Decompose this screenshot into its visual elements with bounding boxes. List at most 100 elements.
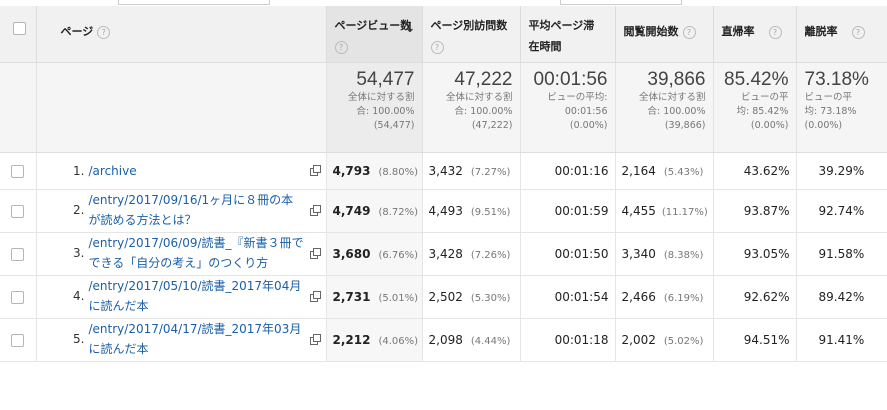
table-row: 4. /entry/2017/05/10/読書_2017年04月に読んだ本 2,… bbox=[0, 275, 887, 319]
help-icon[interactable]: ? bbox=[851, 25, 865, 39]
page-cell: 2. /entry/2017/09/16/1ヶ月に８冊の本が読める方法とは？ bbox=[36, 189, 327, 233]
total-value: 39,866 bbox=[647, 69, 706, 90]
avg-time-value: 00:01:50 bbox=[554, 247, 609, 261]
total-value: 54,477 bbox=[356, 69, 415, 90]
col-avg-time[interactable]: 平均ページ滞在時間 bbox=[520, 4, 616, 63]
row-checkbox[interactable] bbox=[11, 205, 25, 218]
help-icon[interactable]: ? bbox=[768, 25, 782, 39]
avg-time-value: 00:01:16 bbox=[554, 164, 609, 178]
total-note: (0.00%) bbox=[804, 120, 843, 131]
open-page-icon[interactable] bbox=[309, 248, 321, 259]
top-strip bbox=[0, 0, 887, 6]
col-page-label: ページ bbox=[60, 25, 94, 38]
entrances-cell: 2,466 (6.19%) bbox=[615, 275, 714, 319]
entrances-pct: (5.02%) bbox=[663, 336, 704, 347]
table-row: 1. /archive 4,793 (8.80%) 3,432 (7.27%) 00… bbox=[0, 152, 887, 190]
bounce-cell: 94.51% bbox=[713, 318, 797, 362]
col-unique-label: ページ別訪問数 bbox=[430, 19, 508, 32]
unique-value: 3,428 bbox=[428, 247, 463, 261]
unique-cell: 3,432 (7.27%) bbox=[422, 152, 521, 190]
col-pageviews[interactable]: ページビュー数 ↓? bbox=[326, 4, 423, 63]
col-avg-time-label: 平均ページ滞在時間 bbox=[528, 19, 595, 53]
avg-time-value: 00:01:59 bbox=[554, 204, 609, 218]
table-row: 5. /entry/2017/04/17/読書_2017年03月に読んだ本 2,… bbox=[0, 318, 887, 362]
exit-value: 89.42% bbox=[818, 290, 865, 304]
col-entrances[interactable]: 閲覧開始数? bbox=[615, 4, 714, 63]
col-bounce[interactable]: 直帰率? bbox=[713, 4, 797, 63]
top-control[interactable] bbox=[560, 0, 682, 5]
total-note: 合: 100.00% bbox=[454, 106, 513, 117]
row-number: 2. bbox=[73, 203, 85, 217]
open-page-icon[interactable] bbox=[309, 334, 321, 345]
col-exit[interactable]: 離脱率? bbox=[796, 4, 887, 63]
pageviews-cell: 2,212 (4.06%) bbox=[326, 318, 423, 362]
bounce-value: 94.51% bbox=[743, 333, 790, 347]
total-bounce: 85.42% ビューの平 均: 85.42% (0.00%) bbox=[713, 62, 797, 153]
total-note: ビューの平 bbox=[740, 92, 789, 103]
open-page-icon[interactable] bbox=[309, 291, 321, 302]
help-icon[interactable]: ? bbox=[430, 40, 444, 54]
col-unique[interactable]: ページ別訪問数? bbox=[422, 4, 521, 63]
open-page-icon[interactable] bbox=[309, 205, 321, 216]
row-number: 5. bbox=[73, 332, 85, 346]
row-checkbox[interactable] bbox=[11, 334, 25, 347]
page-link[interactable]: /entry/2017/05/10/読書_2017年04月に読んだ本 bbox=[89, 276, 305, 316]
select-all-checkbox[interactable] bbox=[13, 22, 26, 35]
unique-pct: (4.44%) bbox=[470, 336, 511, 347]
pageviews-value: 3,680 bbox=[332, 247, 371, 261]
unique-value: 4,493 bbox=[428, 204, 463, 218]
unique-cell: 3,428 (7.26%) bbox=[422, 232, 521, 276]
row-select-cell bbox=[0, 152, 37, 190]
pageviews-cell: 4,749 (8.72%) bbox=[326, 189, 423, 233]
page-link[interactable]: /entry/2017/09/16/1ヶ月に８冊の本が読める方法とは？ bbox=[89, 190, 305, 230]
top-control[interactable] bbox=[118, 0, 270, 5]
total-value: 85.42% bbox=[724, 69, 789, 90]
row-checkbox[interactable] bbox=[11, 165, 25, 178]
avg-time-cell: 00:01:50 bbox=[520, 232, 616, 276]
page-link[interactable]: /entry/2017/04/17/読書_2017年03月に読んだ本 bbox=[89, 319, 305, 359]
unique-pct: (7.27%) bbox=[470, 167, 511, 178]
unique-cell: 2,502 (5.30%) bbox=[422, 275, 521, 319]
total-unique: 47,222 全体に対する割 合: 100.00% (47,222) bbox=[422, 62, 521, 153]
select-all-cell bbox=[0, 4, 37, 63]
total-avg-time: 00:01:56 ビューの平均: 00:01:56 (0.00%) bbox=[520, 62, 616, 153]
total-note: 合: 100.00% bbox=[647, 106, 706, 117]
table-row: 2. /entry/2017/09/16/1ヶ月に８冊の本が読める方法とは？ 4… bbox=[0, 189, 887, 233]
pageviews-cell: 4,793 (8.80%) bbox=[326, 152, 423, 190]
row-checkbox[interactable] bbox=[11, 291, 25, 304]
bounce-cell: 92.62% bbox=[713, 275, 797, 319]
bounce-cell: 93.05% bbox=[713, 232, 797, 276]
help-icon[interactable]: ? bbox=[97, 25, 111, 39]
total-note: ビューの平 bbox=[804, 92, 853, 103]
col-page[interactable]: ページ? bbox=[36, 4, 327, 63]
bounce-value: 43.62% bbox=[743, 164, 790, 178]
entrances-cell: 3,340 (8.38%) bbox=[615, 232, 714, 276]
total-note: 合: 100.00% bbox=[356, 106, 415, 117]
totals-label-cell bbox=[36, 62, 327, 153]
bounce-value: 93.87% bbox=[743, 204, 790, 218]
analytics-table-view: ページ? ページビュー数 ↓? ページ別訪問数? 平均ページ滞在時間 閲覧開始数?… bbox=[0, 0, 887, 410]
pageviews-pct: (4.06%) bbox=[378, 336, 419, 347]
entrances-cell: 4,455 (11.17%) bbox=[615, 189, 714, 233]
total-note: 均: 85.42% bbox=[736, 106, 789, 117]
entrances-cell: 2,164 (5.43%) bbox=[615, 152, 714, 190]
page-link[interactable]: /archive bbox=[89, 161, 305, 181]
entrances-value: 2,002 bbox=[621, 333, 656, 347]
total-value: 47,222 bbox=[454, 69, 513, 90]
exit-value: 39.29% bbox=[818, 164, 865, 178]
page-cell: 5. /entry/2017/04/17/読書_2017年03月に読んだ本 bbox=[36, 318, 327, 362]
total-entrances: 39,866 全体に対する割 合: 100.00% (39,866) bbox=[615, 62, 714, 153]
sort-desc-icon[interactable]: ↓ bbox=[405, 18, 416, 39]
pageviews-pct: (8.72%) bbox=[378, 207, 419, 218]
entrances-cell: 2,002 (5.02%) bbox=[615, 318, 714, 362]
exit-cell: 89.42% bbox=[796, 275, 887, 319]
row-checkbox[interactable] bbox=[11, 248, 25, 261]
exit-cell: 92.74% bbox=[796, 189, 887, 233]
help-icon[interactable]: ? bbox=[682, 25, 696, 39]
help-icon[interactable]: ? bbox=[334, 40, 348, 54]
open-page-icon[interactable] bbox=[309, 165, 321, 176]
page-link[interactable]: /entry/2017/06/09/読書_『新書３冊でできる「自分の考え」のつく… bbox=[89, 233, 305, 273]
row-select-cell bbox=[0, 318, 37, 362]
avg-time-cell: 00:01:16 bbox=[520, 152, 616, 190]
page-cell: 1. /archive bbox=[36, 152, 327, 190]
